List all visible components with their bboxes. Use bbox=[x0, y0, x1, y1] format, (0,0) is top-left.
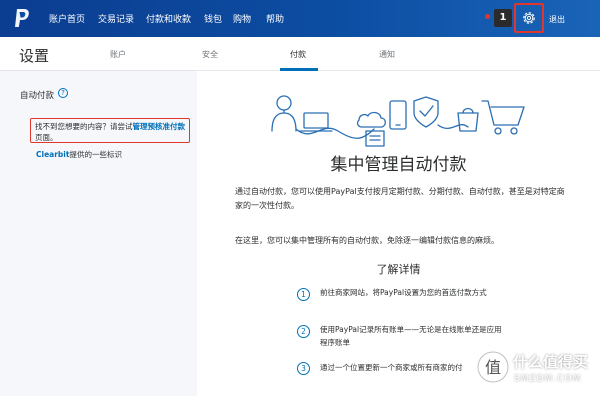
clearbit-attribution-text: 提供的一些标识 bbox=[69, 150, 122, 159]
annotation-marker-dot bbox=[485, 14, 490, 19]
question-help-icon[interactable]: ? bbox=[58, 88, 68, 98]
intro-paragraph: 通过自动付款，您可以使用PayPal支付按月定期付款、分期付款、自动付款，甚至是… bbox=[235, 187, 565, 210]
help-hint-suffix: 页面。 bbox=[35, 133, 58, 142]
watermark-subtext: SMZDM.COM bbox=[514, 374, 582, 384]
step-text-1: 前往商家网站，将PayPal设置为您的首选付款方式 bbox=[320, 288, 487, 297]
nav-item-wallet[interactable]: 钱包 bbox=[204, 12, 222, 25]
page-title: 设置 bbox=[19, 47, 50, 65]
step-number-1: 1 bbox=[297, 288, 310, 301]
tab-notifications[interactable]: 通知 bbox=[379, 49, 395, 60]
sidebar-heading: 自动付款 bbox=[20, 91, 55, 101]
watermark-logo-icon: 值 bbox=[477, 351, 509, 383]
tab-account[interactable]: 账户 bbox=[110, 49, 126, 60]
top-navigation-bar: 账户首页 交易记录 付款和收款 钱包 购物 帮助 1 退出 bbox=[0, 0, 600, 37]
settings-gear-button[interactable] bbox=[514, 3, 544, 33]
sidebar: 自动付款 ? 找不到您想要的内容？请尝试管理预核准付款页面。 2 Clearbi… bbox=[0, 71, 224, 396]
clearbit-link[interactable]: Clearbit bbox=[36, 150, 69, 159]
settings-tab-bar: 设置 账户 安全 付款 通知 bbox=[0, 37, 600, 71]
manage-preapproved-link[interactable]: 管理预核准付款 bbox=[133, 122, 186, 131]
manage-paragraph: 在这里，您可以集中管理所有的自动付款，免除逐一编辑付款信息的麻烦。 bbox=[235, 236, 499, 245]
watermark-text: 什么值得买 bbox=[513, 353, 589, 371]
learn-more-heading: 了解详情 bbox=[376, 263, 421, 276]
nav-item-activity[interactable]: 交易记录 bbox=[98, 12, 134, 25]
smzdm-watermark: 值 什么值得买 SMZDM.COM bbox=[474, 340, 600, 396]
clearbit-attribution: Clearbit提供的一些标识 bbox=[36, 149, 122, 160]
svg-text:值: 值 bbox=[485, 358, 501, 377]
help-hint-box: 找不到您想要的内容？请尝试管理预核准付款页面。 bbox=[30, 118, 190, 143]
paypal-logo-icon[interactable] bbox=[13, 7, 31, 29]
gear-icon bbox=[523, 12, 535, 24]
nav-item-shopping[interactable]: 购物 bbox=[233, 12, 251, 25]
automatic-payments-illustration-icon bbox=[271, 95, 525, 147]
step-number-3: 3 bbox=[297, 362, 310, 375]
nav-item-help[interactable]: 帮助 bbox=[266, 12, 284, 25]
nav-item-summary[interactable]: 账户首页 bbox=[49, 12, 85, 25]
logout-link[interactable]: 退出 bbox=[549, 14, 565, 25]
tab-security[interactable]: 安全 bbox=[202, 49, 218, 60]
main-heading: 集中管理自动付款 bbox=[330, 155, 467, 175]
help-hint-prefix: 找不到您想要的内容？请尝试 bbox=[35, 122, 133, 131]
tab-payments[interactable]: 付款 bbox=[290, 49, 306, 60]
nav-item-send-request[interactable]: 付款和收款 bbox=[146, 12, 191, 25]
annotation-badge-1: 1 bbox=[494, 9, 512, 27]
step-number-2: 2 bbox=[297, 325, 310, 338]
